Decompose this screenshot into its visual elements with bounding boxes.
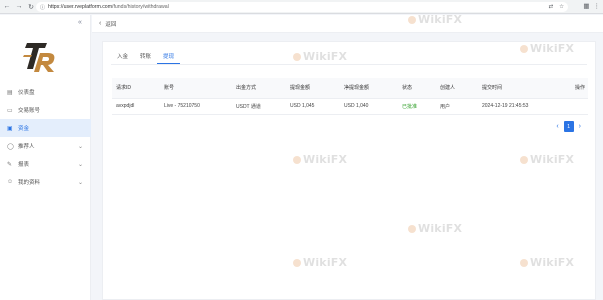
sidebar-item-dashboard[interactable]: ▤ 仪表盘	[0, 83, 91, 101]
browser-toolbar: ← → ↻ ⓘ https://user.rveplatform.com/fun…	[0, 0, 603, 14]
tabs-divider	[111, 64, 587, 65]
brand-logo	[23, 43, 55, 72]
referral-icon: ◯	[7, 143, 14, 150]
sidebar-item-label: 报表	[18, 162, 30, 168]
col-actions: 操作	[566, 78, 588, 99]
cell-actions	[566, 98, 588, 115]
funds-tabs: 入金 转账 提现	[111, 50, 181, 64]
chevron-down-icon: ⌄	[77, 179, 83, 186]
col-created-by: 创建人	[436, 78, 478, 99]
sidebar-item-funds[interactable]: ▣ 资金	[0, 119, 91, 137]
url-text: https://user.rveplatform.com/funds/histo…	[48, 4, 169, 10]
table-row: avxpdjdl Live - 75210750 USDT 通道 USD 1,0…	[112, 98, 588, 115]
cell-account: Live - 75210750	[160, 98, 232, 115]
cell-submitted-at: 2024-12-19 21:45:53	[478, 98, 566, 115]
col-status: 状态	[398, 78, 436, 99]
chevron-down-icon: ⌄	[77, 143, 83, 150]
report-icon: ✎	[7, 161, 13, 168]
back-link[interactable]: 返回	[105, 20, 116, 28]
page-header: ‹ 返回	[92, 15, 603, 33]
col-request-id: 请求ID	[112, 78, 160, 99]
profile-icon: ☺	[7, 179, 14, 185]
address-bar[interactable]: ⓘ https://user.rveplatform.com/funds/his…	[36, 2, 568, 12]
prev-page-icon[interactable]: ‹	[556, 123, 558, 130]
site-info-icon[interactable]: ⓘ	[40, 4, 45, 11]
back-chevron-icon[interactable]: ‹	[99, 20, 101, 27]
back-arrow-icon[interactable]: ←	[2, 2, 12, 12]
sidebar-item-trading-accounts[interactable]: ▭ 交易账号	[0, 101, 91, 119]
pagination: ‹ 1 ›	[556, 121, 581, 132]
page-button-current[interactable]: 1	[563, 121, 574, 132]
cell-method: USDT 通道	[232, 98, 286, 115]
col-amount: 提现金额	[286, 78, 340, 99]
sidebar-item-label: 推荐人	[18, 144, 35, 150]
browser-menu-icon[interactable]: ⋮	[594, 2, 601, 10]
cell-amount: USD 1,045	[286, 98, 340, 115]
collapse-sidebar-icon[interactable]: «	[78, 19, 82, 26]
tab-transfer[interactable]: 转账	[134, 50, 157, 64]
reload-icon[interactable]: ↻	[26, 2, 36, 12]
funds-card: 入金 转账 提现 请求ID 账号 出金方式 提现金额 净提现金额 状态 创建人 …	[102, 41, 596, 300]
chevron-down-icon: ⌄	[77, 161, 83, 168]
bookmark-star-icon[interactable]: ☆	[559, 4, 564, 10]
sidebar: « ▤ 仪表盘 ▭ 交易账号 ▣ 资金 ◯ 推荐人 ⌄ ✎ 报表 ⌄ ☺ 我的资…	[0, 15, 91, 300]
tab-withdrawal[interactable]: 提现	[157, 50, 181, 64]
sidebar-item-label: 资金	[18, 126, 30, 132]
sidebar-item-label: 仪表盘	[18, 90, 35, 96]
account-icon: ▭	[7, 107, 13, 114]
cell-net-amount: USD 1,040	[340, 98, 398, 115]
tab-deposit[interactable]: 入金	[111, 50, 134, 64]
cell-request-id: avxpdjdl	[112, 98, 160, 115]
sidebar-item-referral[interactable]: ◯ 推荐人 ⌄	[0, 137, 91, 155]
sidebar-item-reports[interactable]: ✎ 报表 ⌄	[0, 155, 91, 173]
dashboard-icon: ▤	[7, 89, 13, 96]
sidebar-item-label: 我的资料	[18, 180, 41, 186]
sidebar-menu: ▤ 仪表盘 ▭ 交易账号 ▣ 资金 ◯ 推荐人 ⌄ ✎ 报表 ⌄ ☺ 我的资料 …	[0, 83, 91, 191]
col-net-amount: 净提现金额	[340, 78, 398, 99]
extensions-icon[interactable]: ▦	[583, 2, 589, 10]
wallet-icon: ▣	[7, 125, 13, 132]
sidebar-item-label: 交易账号	[18, 108, 41, 114]
translate-icon[interactable]: ⇄	[548, 4, 553, 10]
col-account: 账号	[160, 78, 232, 99]
forward-arrow-icon[interactable]: →	[14, 2, 24, 12]
table-header-row: 请求ID 账号 出金方式 提现金额 净提现金额 状态 创建人 提交时间 操作	[112, 78, 588, 99]
col-method: 出金方式	[232, 78, 286, 99]
sidebar-item-profile[interactable]: ☺ 我的资料 ⌄	[0, 173, 91, 191]
next-page-icon[interactable]: ›	[579, 123, 581, 130]
status-badge: 已批准	[398, 98, 436, 115]
cell-created-by: 用户	[436, 98, 478, 115]
withdrawal-table: 请求ID 账号 出金方式 提现金额 净提现金额 状态 创建人 提交时间 操作 a…	[112, 78, 588, 115]
col-submitted-at: 提交时间	[478, 78, 566, 99]
